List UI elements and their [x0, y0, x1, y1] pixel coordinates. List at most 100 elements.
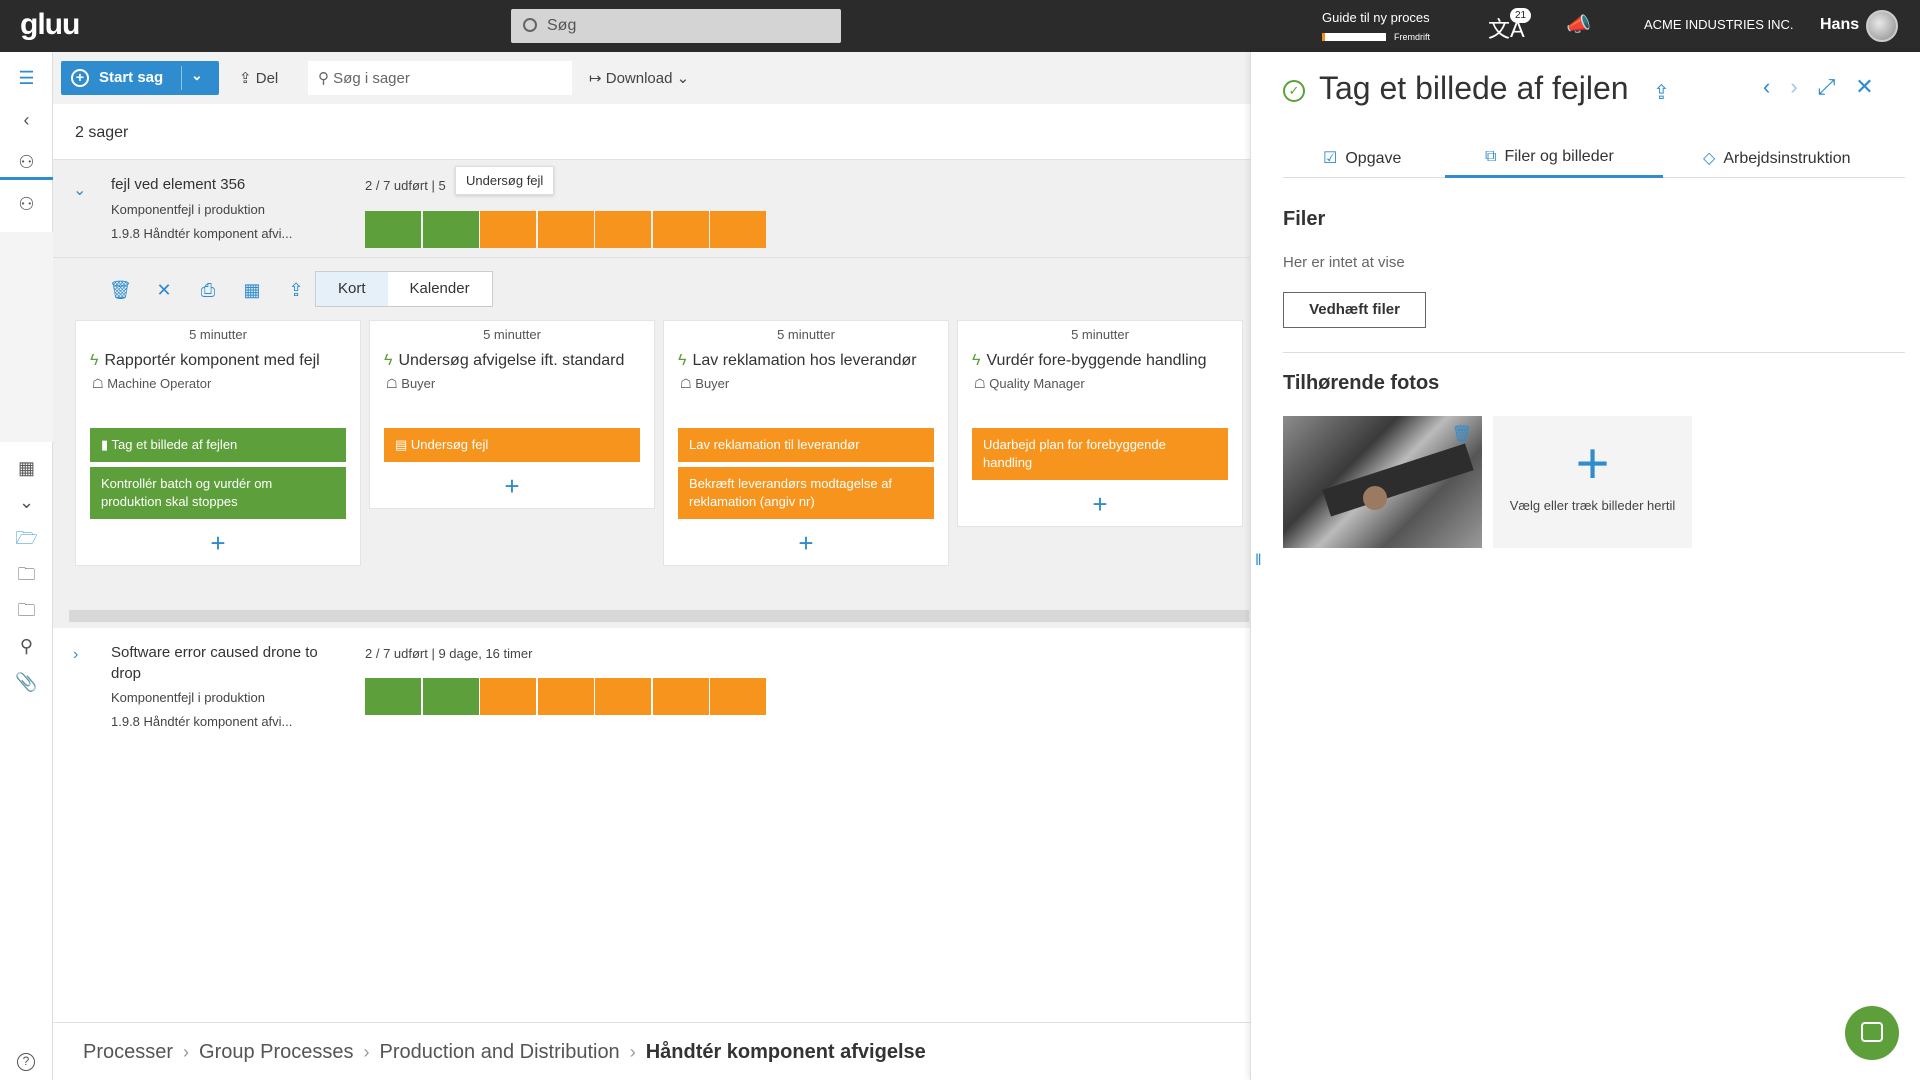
chevron-down-icon[interactable]: ⌄ [73, 180, 86, 200]
global-search-input[interactable]: Søg [511, 9, 841, 43]
add-activity-button[interactable]: + [76, 524, 360, 565]
progress-segment-pending[interactable] [652, 678, 709, 715]
share-button[interactable]: ⇪ Del [239, 69, 278, 87]
chevron-left-icon[interactable]: ‹ [1763, 74, 1770, 100]
task-role-text: Buyer [401, 376, 436, 391]
gluu-logo[interactable]: gluu [20, 8, 80, 42]
activity-card[interactable]: Kontrollér batch og vurdér om produktion… [90, 467, 346, 519]
tab-work-instruction[interactable]: ◇ Arbejdsinstruktion [1703, 136, 1850, 178]
activity-card[interactable]: Lav reklamation til leverandør [678, 428, 934, 462]
share-icon[interactable]: ⇪ [285, 280, 307, 301]
view-calendar-button[interactable]: Kalender [388, 272, 492, 306]
add-activity-button[interactable]: + [664, 524, 948, 565]
case-row[interactable]: › Software error caused drone to drop Ko… [53, 628, 1250, 738]
share-icon: ⇪ [239, 70, 256, 87]
progress-segment-done[interactable] [422, 678, 479, 715]
progress-segment-pending[interactable] [537, 678, 594, 715]
close-icon[interactable]: ✕ [1855, 74, 1873, 100]
activity-card[interactable]: Udarbejd plan for forebyggende handling [972, 428, 1228, 480]
files-heading: Filer [1283, 208, 1326, 230]
download-button[interactable]: ↦ Download ⌄ [589, 69, 689, 87]
breadcrumb-item[interactable]: Group Processes [199, 1041, 354, 1063]
photo-dropzone[interactable]: + Vælg eller træk billeder hertil [1493, 416, 1692, 548]
plus-icon: + [71, 69, 89, 87]
expand-icon[interactable]: ⤢ [1818, 74, 1836, 100]
task-duration: 5 minutter [189, 327, 247, 342]
progress-segment-done[interactable] [365, 678, 421, 715]
task-title[interactable]: ϟ Undersøg afvigelse ift. standard [370, 342, 654, 370]
case-row[interactable]: ⌄ fejl ved element 356 Komponentfejl i p… [53, 160, 1250, 258]
building-icon[interactable]: ▦ [0, 450, 53, 486]
share-icon[interactable]: ⇪ [1653, 80, 1670, 105]
chevron-down-icon[interactable]: ⌄ [191, 67, 203, 84]
progress-segment-done[interactable] [422, 211, 479, 248]
task-title[interactable]: ϟ Lav reklamation hos leverandør [664, 342, 948, 370]
progress-segment-pending[interactable] [537, 211, 594, 248]
horizontal-scrollbar[interactable] [69, 610, 1249, 622]
attach-files-button[interactable]: Vedhæft filer [1283, 292, 1426, 328]
task-title-text: Rapportér komponent med fejl [104, 352, 320, 369]
menu-icon[interactable]: ☰ [0, 60, 53, 96]
activity-card-text: Tag et billede af fejlen [111, 437, 238, 452]
progress-segment-pending[interactable] [595, 211, 651, 248]
chevron-right-icon[interactable]: › [1790, 74, 1797, 100]
trash-icon[interactable]: 🗑 [1452, 424, 1472, 444]
task-title[interactable]: ϟ Rapportér komponent med fejl [76, 342, 360, 370]
progress-segment-pending[interactable] [595, 678, 651, 715]
progress-segment-pending[interactable] [710, 678, 766, 715]
add-activity-button[interactable]: + [958, 485, 1242, 526]
trash-icon[interactable]: 🗑 [109, 280, 132, 301]
activity-card[interactable]: Bekræft leverandørs modtagelse af reklam… [678, 467, 934, 519]
help-icon[interactable]: ? [17, 1053, 35, 1071]
print-icon[interactable]: ⎙ [197, 280, 219, 301]
add-activity-button[interactable]: + [370, 467, 654, 508]
progress-segment-done[interactable] [365, 211, 421, 248]
activity-detail-panel: ‖ ✓ Tag et billede af fejlen ⇪ ‹ › ⤢ ✕ ☑… [1250, 52, 1920, 1080]
folder-share-icon[interactable]: 🗀 [0, 592, 53, 628]
progress-segment-pending[interactable] [652, 211, 709, 248]
process-tree-icon[interactable]: ⚇ [0, 186, 53, 222]
task-role-text: Machine Operator [107, 376, 212, 391]
company-name[interactable]: ACME INDUSTRIES INC. [1644, 17, 1794, 32]
case-search-input[interactable]: ⚲ Søg i sager [308, 61, 572, 95]
case-count: 2 sager [75, 124, 129, 141]
case-title[interactable]: Software error caused drone to drop [111, 642, 341, 684]
person-icon[interactable]: ⚲ [0, 628, 53, 664]
chevron-right-icon[interactable]: › [73, 646, 78, 664]
view-map-button[interactable]: Kort [316, 272, 388, 306]
progress-segment-pending[interactable] [480, 678, 536, 715]
start-case-button[interactable]: + Start sag ⌄ [61, 61, 219, 95]
task-title[interactable]: ϟ Vurdér fore-byggende handling [958, 342, 1242, 370]
breadcrumb-item[interactable]: Processer [83, 1041, 173, 1063]
back-icon[interactable]: ‹ [0, 102, 53, 138]
resize-handle[interactable]: ‖ [1255, 552, 1262, 570]
folder-open-icon[interactable]: 🗁 [0, 520, 53, 556]
megaphone-icon[interactable]: 📣 [1566, 12, 1591, 37]
calendar-icon[interactable]: ▦ [241, 280, 263, 301]
tab-files[interactable]: ⧉ Filer og billeder [1445, 136, 1663, 178]
notification-badge: 21 [1510, 8, 1532, 23]
process-map-icon[interactable]: ⚇ [0, 144, 53, 180]
case-title[interactable]: fejl ved element 356 [111, 174, 341, 195]
close-icon[interactable]: ✕ [153, 280, 175, 301]
translate-notifications-icon[interactable]: 文A 21 [1488, 8, 1532, 44]
chevron-down-icon[interactable]: ⌄ [0, 484, 53, 520]
progress-segment-pending[interactable] [480, 211, 536, 248]
tab-opgave[interactable]: ☑ Opgave [1323, 136, 1401, 178]
breadcrumb: Processer › Group Processes › Production and… [53, 1022, 1250, 1080]
avatar[interactable] [1866, 10, 1898, 42]
check-circle-icon[interactable]: ✓ [1283, 80, 1305, 102]
left-nav: ☰ ‹ ⚇ ⚇ ▦ ⌄ 🗁 🗀 🗀 ⚲ 📎 [0, 52, 53, 1080]
guide-progress-label: Fremdrift [1394, 31, 1430, 42]
activity-card[interactable]: ▮ Tag et billede af fejlen [90, 428, 346, 462]
photo-thumbnail[interactable]: 🗑 [1283, 416, 1482, 548]
process-guide[interactable]: Guide til ny proces Fremdrift [1322, 10, 1442, 42]
folder-icon[interactable]: 🗀 [0, 556, 53, 592]
breadcrumb-item[interactable]: Production and Distribution [380, 1041, 620, 1063]
chat-button[interactable] [1845, 1006, 1899, 1060]
paperclip-icon[interactable]: 📎 [0, 664, 53, 700]
user-name[interactable]: Hans [1820, 16, 1859, 34]
view-toggle: Kort Kalender [315, 271, 493, 307]
activity-card[interactable]: ▤ Undersøg fejl [384, 428, 640, 462]
progress-segment-pending[interactable] [710, 211, 766, 248]
